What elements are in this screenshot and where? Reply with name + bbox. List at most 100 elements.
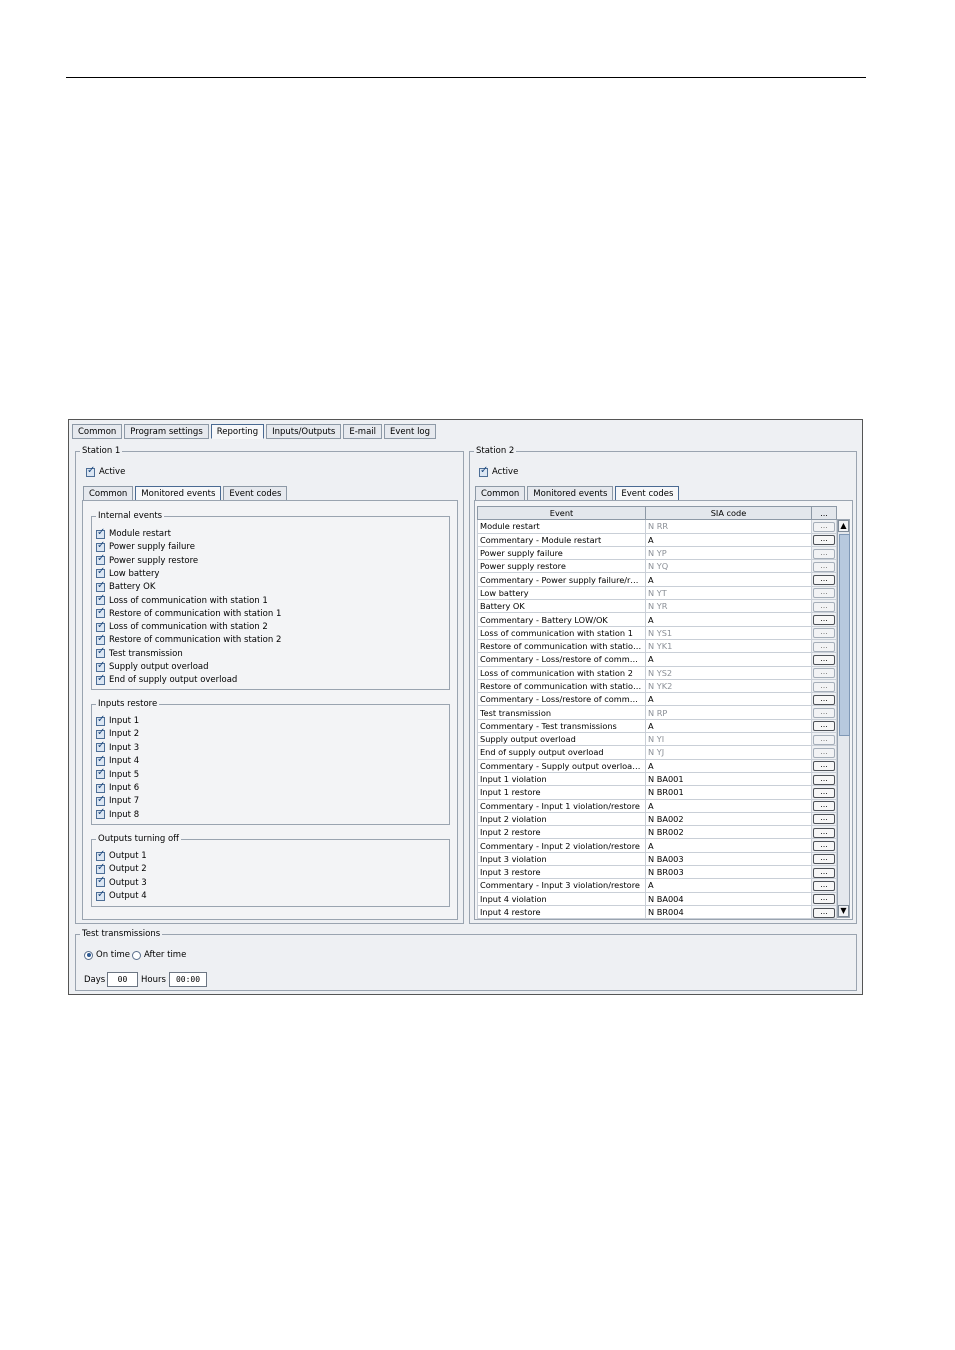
edit-code-button[interactable]: ... [813, 787, 835, 798]
table-row[interactable]: Commentary - Loss/restore of commu… A... [477, 692, 837, 707]
sia-code-cell[interactable]: A [645, 532, 812, 547]
edit-code-button[interactable]: ... [813, 641, 835, 652]
table-row[interactable]: Loss of communication with station 2N YS… [477, 665, 837, 680]
col-header-sia-code[interactable]: SIA code [645, 505, 812, 521]
table-row[interactable]: Input 3 violation N BA003... [477, 851, 837, 867]
edit-code-button[interactable]: ... [813, 681, 835, 692]
sia-code-cell[interactable]: N YP [645, 545, 812, 561]
sia-code-cell[interactable]: N YR [645, 599, 812, 614]
table-row[interactable]: Battery OK N YR... [477, 599, 837, 614]
sia-code-cell[interactable]: A [645, 878, 812, 893]
sia-code-cell[interactable]: N YT [645, 585, 812, 601]
edit-code-button[interactable]: ... [813, 854, 835, 865]
scrollbar-thumb[interactable] [839, 534, 850, 736]
sia-code-cell[interactable]: N RR [645, 519, 812, 534]
station1-tab-event-codes[interactable]: Event codes [223, 486, 288, 501]
edit-code-button[interactable]: ... [813, 841, 835, 852]
edit-code-button[interactable]: ... [813, 548, 835, 559]
edit-code-button[interactable]: ... [813, 601, 835, 612]
edit-code-button[interactable]: ... [813, 747, 835, 758]
table-row[interactable]: Supply output overload N YI... [477, 732, 837, 747]
edit-code-button[interactable]: ... [813, 721, 835, 732]
table-row[interactable]: Input 3 restore N BR003... [477, 865, 837, 880]
scroll-down-icon[interactable]: ▼ [838, 905, 849, 917]
input-restore-checkbox[interactable]: Input 8 [96, 807, 139, 821]
tab-event-log[interactable]: Event log [384, 424, 437, 439]
sia-code-cell[interactable]: A [645, 572, 812, 587]
edit-code-button[interactable]: ... [813, 801, 835, 812]
tab-program-settings[interactable]: Program settings [124, 424, 209, 439]
sia-code-cell[interactable]: A [645, 718, 812, 734]
edit-code-button[interactable]: ... [813, 761, 835, 772]
sia-code-cell[interactable]: N BR002 [645, 825, 812, 840]
table-row[interactable]: Commentary - Module restart A... [477, 532, 837, 547]
table-row[interactable]: Power supply restore N YQ... [477, 559, 837, 574]
station1-tab-monitored-events[interactable]: Monitored events [135, 486, 222, 501]
edit-code-button[interactable]: ... [813, 907, 835, 918]
edit-code-button[interactable]: ... [813, 521, 835, 532]
sia-code-cell[interactable]: N BA001 [645, 771, 812, 787]
table-row[interactable]: Commentary - Battery LOW/OK A... [477, 612, 837, 627]
edit-code-button[interactable]: ... [813, 588, 835, 599]
internal-event-checkbox[interactable]: Power supply restore [96, 553, 198, 567]
edit-code-button[interactable]: ... [813, 654, 835, 665]
edit-code-button[interactable]: ... [813, 561, 835, 572]
internal-event-checkbox[interactable]: Loss of communication with station 1 [96, 593, 268, 607]
sia-code-cell[interactable]: N BA003 [645, 851, 812, 867]
days-field[interactable]: 00 [107, 972, 138, 987]
internal-event-checkbox[interactable]: Restore of communication with station 2 [96, 633, 281, 646]
table-row[interactable]: Input 4 violation N BA004... [477, 891, 837, 906]
table-row[interactable]: Input 2 violation N BA002... [477, 811, 837, 827]
sia-code-cell[interactable]: A [645, 692, 812, 707]
sia-code-cell[interactable]: A [645, 652, 812, 667]
edit-code-button[interactable]: ... [813, 867, 835, 878]
input-restore-checkbox[interactable]: Input 2 [96, 727, 139, 740]
internal-event-checkbox[interactable]: Module restart [96, 527, 171, 540]
edit-code-button[interactable]: ... [813, 880, 835, 891]
sia-code-cell[interactable]: A [645, 758, 812, 773]
output-off-checkbox[interactable]: Output 2 [96, 862, 147, 875]
table-row[interactable]: Commentary - Input 1 violation/restore A.… [477, 798, 837, 813]
station2-active-checkbox[interactable]: Active [479, 465, 518, 478]
col-header-actions[interactable]: ... [811, 505, 837, 521]
table-row[interactable]: Restore of communication with station 1N… [477, 638, 837, 654]
sia-code-cell[interactable]: N BA004 [645, 891, 812, 906]
sia-code-cell[interactable]: N YS2 [645, 665, 812, 680]
internal-event-checkbox[interactable]: End of supply output overload [96, 673, 237, 686]
output-off-checkbox[interactable]: Output 3 [96, 875, 147, 889]
table-row[interactable]: Commentary - Input 3 violation/restore A.… [477, 878, 837, 893]
edit-code-button[interactable]: ... [813, 615, 835, 626]
table-row[interactable]: Commentary - Power supply failure/re… A..… [477, 572, 837, 587]
station1-active-checkbox[interactable]: Active [86, 465, 125, 478]
input-restore-checkbox[interactable]: Input 7 [96, 794, 139, 807]
internal-event-checkbox[interactable]: Loss of communication with station 2 [96, 620, 268, 633]
internal-event-checkbox[interactable]: Low battery [96, 566, 159, 580]
table-row[interactable]: Input 4 restore N BR004... [477, 904, 837, 920]
edit-code-button[interactable]: ... [813, 814, 835, 825]
output-off-checkbox[interactable]: Output 1 [96, 849, 147, 862]
tab-email[interactable]: E-mail [343, 424, 383, 439]
table-row[interactable]: Test transmission N RP... [477, 705, 837, 720]
edit-code-button[interactable]: ... [813, 668, 835, 679]
table-row[interactable]: Commentary - Input 2 violation/restore A.… [477, 838, 837, 853]
radio-after-time[interactable]: After time [132, 949, 186, 961]
table-row[interactable]: Power supply failure N YP... [477, 545, 837, 561]
table-row[interactable]: Restore of communication with station 2N… [477, 678, 837, 694]
radio-on-time[interactable]: On time [84, 949, 130, 961]
sia-code-cell[interactable]: N BR001 [645, 785, 812, 800]
sia-code-cell[interactable]: N BR004 [645, 904, 812, 920]
sia-code-cell[interactable]: A [645, 612, 812, 627]
scroll-up-icon[interactable]: ▲ [838, 520, 849, 532]
table-row[interactable]: Input 1 restore N BR001... [477, 785, 837, 800]
output-off-checkbox[interactable]: Output 4 [96, 889, 147, 902]
edit-code-button[interactable]: ... [813, 827, 835, 838]
sia-code-cell[interactable]: A [645, 798, 812, 813]
edit-code-button[interactable]: ... [813, 894, 835, 905]
table-row[interactable]: Input 1 violation N BA001... [477, 771, 837, 787]
tab-common[interactable]: Common [72, 424, 123, 439]
table-row[interactable]: Commentary - Test transmissions A... [477, 718, 837, 734]
internal-event-checkbox[interactable]: Battery OK [96, 580, 155, 593]
input-restore-checkbox[interactable]: Input 4 [96, 754, 139, 767]
sia-code-cell[interactable]: A [645, 838, 812, 853]
edit-code-button[interactable]: ... [813, 628, 835, 639]
